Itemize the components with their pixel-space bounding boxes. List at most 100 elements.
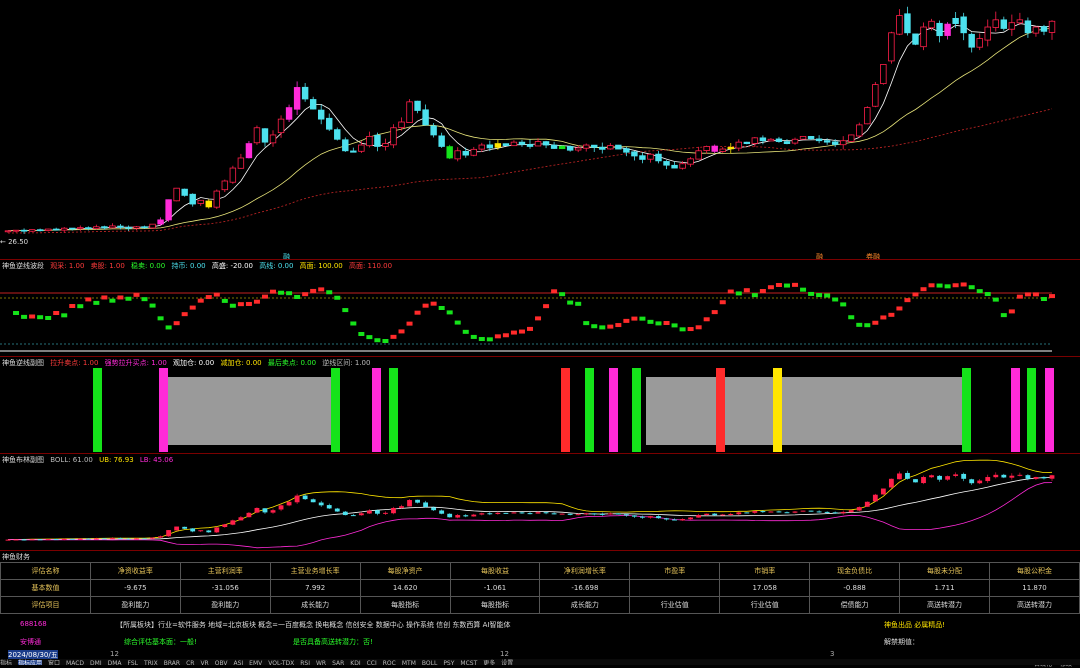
- indicator-tab[interactable]: WR: [316, 660, 326, 666]
- candle-body: [566, 146, 574, 151]
- indicator-tab[interactable]: DMA: [108, 660, 122, 666]
- candle-body: [165, 199, 172, 221]
- wave-segment: [984, 292, 991, 297]
- candle-body: [382, 143, 389, 147]
- wave-segment: [896, 306, 903, 311]
- candle-body: [109, 225, 116, 229]
- indicator-tab[interactable]: PSY: [443, 660, 454, 666]
- wave-segment: [310, 288, 317, 293]
- indicator-tab[interactable]: ASI: [233, 660, 243, 666]
- wave-oscillator-pane[interactable]: 神鱼逆线波段 观采: 1.00 卖股: 1.00 稳卖: 0.00 持币: 0.…: [0, 260, 1080, 356]
- factors-cell: 盈利能力: [179, 596, 271, 614]
- boll-candle-body: [214, 527, 220, 533]
- wave-segment: [37, 315, 44, 320]
- candle-body: [470, 148, 477, 156]
- boll-candle-body: [294, 495, 300, 503]
- wave-segment: [245, 301, 252, 306]
- indicator-tab[interactable]: 窗口: [48, 660, 60, 666]
- signal-bars-pane[interactable]: 神鱼逆线副图 拉升卖点: 1.00 强势拉升买点: 1.00 观加仓: 0.00…: [0, 357, 1080, 453]
- boll-candle-body: [334, 508, 340, 512]
- candle-body: [157, 219, 164, 225]
- indicator-tab[interactable]: TRIX: [144, 660, 158, 666]
- indicator-tab[interactable]: BOLL: [422, 660, 437, 666]
- boll-candle-body: [383, 512, 388, 514]
- candle-body: [1024, 20, 1032, 34]
- candle-body: [406, 101, 413, 123]
- wave-segment: [695, 325, 702, 330]
- boll-candle-body: [760, 511, 766, 513]
- candle-body: [446, 146, 453, 159]
- wave-segment: [912, 292, 919, 297]
- wave-segment: [181, 312, 188, 317]
- candle-body: [366, 135, 373, 147]
- boll-pane[interactable]: 神鱼布林副图 BOLL: 61.00 UB: 76.93 LB: 45.06: [0, 454, 1080, 550]
- boll-candle-body: [551, 513, 557, 515]
- wave-segment: [960, 282, 967, 287]
- indicator-tab[interactable]: SAR: [332, 660, 344, 666]
- indicator-tab[interactable]: MACD: [66, 660, 84, 666]
- boll-candle-body: [575, 514, 581, 516]
- wave-segment: [976, 289, 983, 294]
- boll-candle-body: [712, 513, 718, 516]
- candle-body: [888, 32, 895, 62]
- boll-mid-line: [7, 477, 1053, 541]
- boll-candle-body: [254, 507, 260, 513]
- wave-segment: [77, 304, 84, 309]
- wave-segment: [93, 300, 100, 305]
- indicator-tab[interactable]: VOL-TDX: [268, 660, 294, 666]
- indicator-tab[interactable]: DMI: [90, 660, 102, 666]
- indicator-tab[interactable]: ROC: [383, 660, 396, 666]
- boll-candle-body: [792, 511, 798, 513]
- indicator-tab[interactable]: 指标应用: [18, 660, 43, 665]
- wave-segment: [133, 292, 140, 297]
- candle-body: [173, 187, 180, 202]
- indicator-tab[interactable]: BRAR: [164, 660, 180, 666]
- candle-body: [711, 145, 718, 152]
- indicator-tab[interactable]: VR: [200, 660, 208, 666]
- indicator-tab[interactable]: MCST: [460, 660, 477, 666]
- main-kline-pane[interactable]: ← 26.50 融 融 券融: [0, 0, 1080, 261]
- values-cell: [629, 579, 721, 597]
- ma20-line: [7, 28, 1053, 232]
- candle-body: [125, 226, 132, 229]
- boll-candle-body: [503, 512, 509, 514]
- boll-candle-body: [391, 507, 396, 514]
- headers-cell: 每股未分配: [899, 562, 990, 580]
- boll-candle-body: [134, 538, 139, 540]
- boll-candle-body: [53, 539, 59, 541]
- signal-bar: [1045, 368, 1054, 452]
- indicator-tab[interactable]: CR: [186, 660, 194, 666]
- candle-body: [574, 147, 582, 151]
- indicator-tab[interactable]: RSI: [300, 660, 310, 666]
- indicator-tab[interactable]: CCI: [367, 660, 377, 666]
- boll-candle-body: [768, 511, 774, 513]
- wave-segment: [808, 291, 815, 296]
- boll-candle-body: [832, 512, 838, 514]
- wave-segment: [607, 324, 614, 329]
- indicator-tab[interactable]: 指标: [0, 660, 12, 666]
- candle-body: [93, 226, 100, 229]
- boll-candle-body: [888, 478, 894, 488]
- boll-candle-body: [1049, 475, 1055, 479]
- candle-body: [815, 138, 823, 142]
- wave-segment: [535, 316, 542, 321]
- boll-candle-body: [736, 512, 742, 515]
- wave-segment: [165, 325, 172, 330]
- boll-candle-body: [101, 538, 107, 540]
- boll-candle-body: [856, 507, 862, 511]
- values-cell: 11.870: [988, 579, 1080, 597]
- wave-segment: [872, 320, 879, 325]
- candle-body: [4, 230, 12, 233]
- indicator-tab[interactable]: EMV: [249, 660, 262, 666]
- indicator-tab[interactable]: KDJ: [350, 660, 360, 666]
- candle-body: [864, 107, 871, 125]
- indicator-tab[interactable]: OBV: [215, 660, 228, 666]
- candle-body: [904, 13, 911, 34]
- wave-segment: [53, 311, 60, 315]
- indicator-tab[interactable]: 设置: [501, 660, 513, 666]
- indicator-tab[interactable]: MTM: [402, 660, 416, 666]
- indicator-tab[interactable]: FSL: [128, 660, 139, 666]
- boll-candle-body: [45, 539, 51, 541]
- wave-segment: [743, 288, 750, 293]
- indicator-tab[interactable]: 更多: [483, 660, 495, 666]
